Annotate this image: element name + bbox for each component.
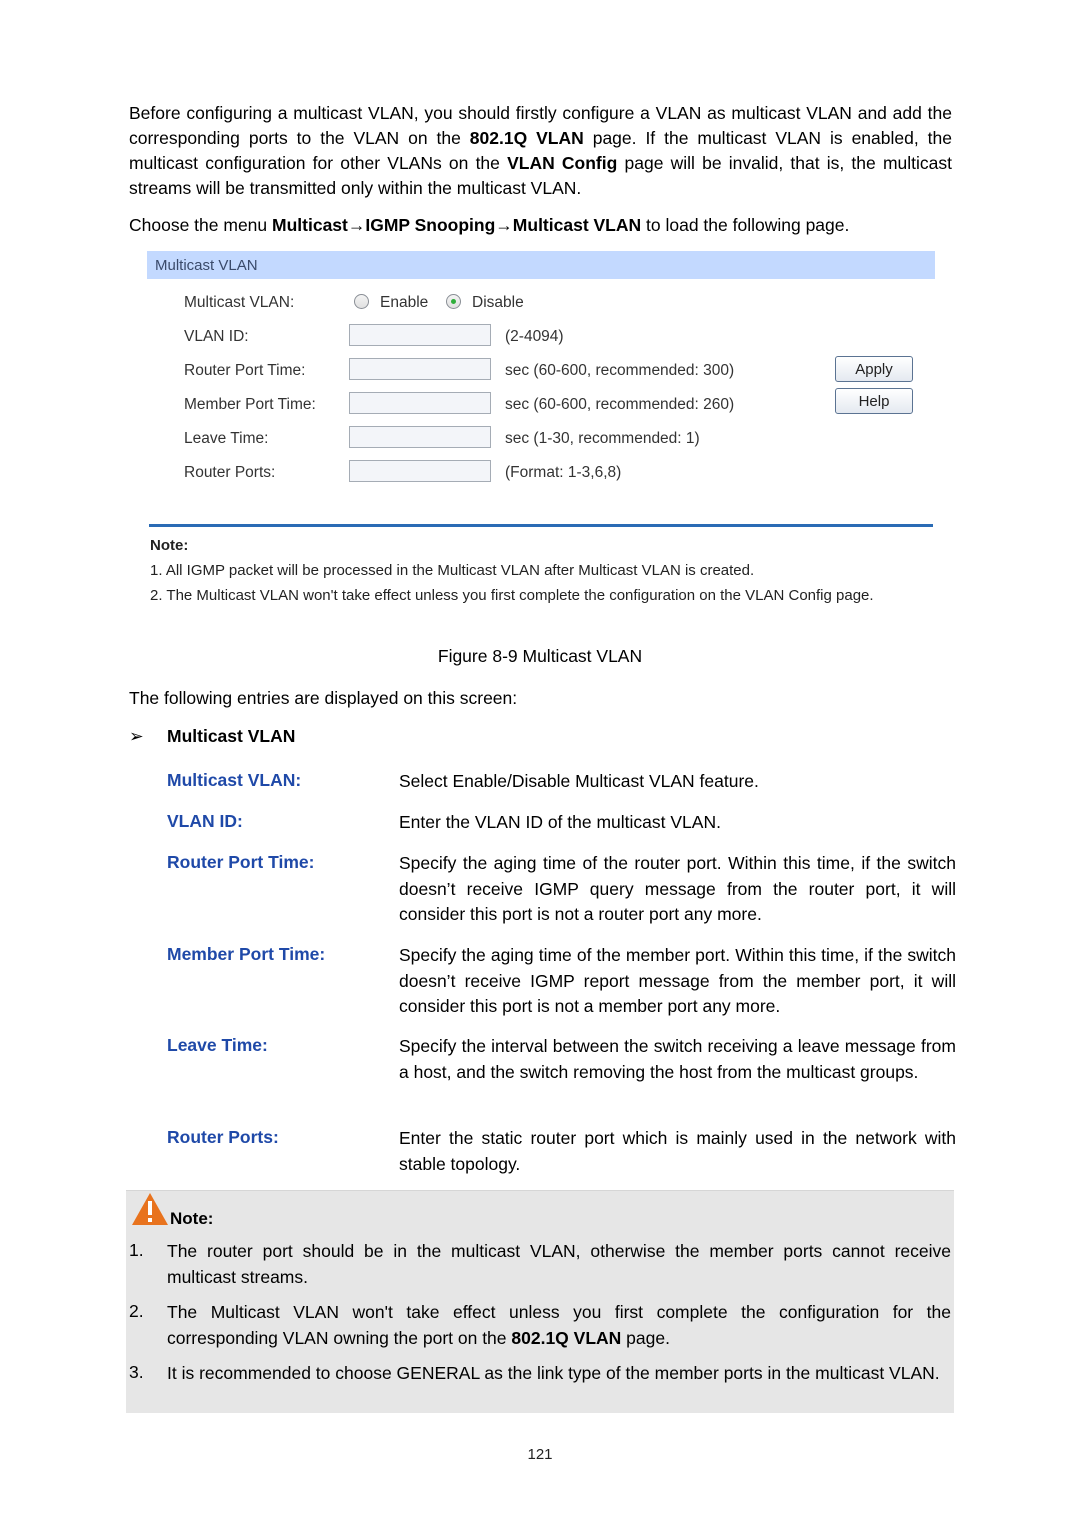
router-ports-hint: (Format: 1-3,6,8): [505, 464, 622, 481]
multicast-vlan-label: Multicast VLAN:: [184, 294, 295, 311]
definition-description: Enter the VLAN ID of the multicast VLAN.: [399, 812, 721, 832]
text-run: The router port should be in the multica…: [167, 1241, 951, 1287]
router-ports-input[interactable]: [349, 460, 491, 482]
router-port-time-hint: sec (60-600, recommended: 300): [505, 362, 735, 379]
panel-note-line: 1. All IGMP packet will be processed in …: [150, 562, 755, 579]
entries-intro: The following entries are displayed on t…: [129, 688, 518, 708]
figure-caption: Figure 8-9 Multicast VLAN: [437, 646, 643, 666]
router-ports-label: Router Ports:: [184, 464, 276, 481]
note-title: Note:: [170, 1209, 214, 1228]
member-port-time-input[interactable]: [349, 392, 491, 414]
definition-term: Leave Time:: [167, 1035, 268, 1055]
vlan-id-hint: (2-4094): [505, 328, 564, 345]
member-port-time-hint: sec (60-600, recommended: 260): [505, 396, 735, 413]
section-heading: ➢ Multicast VLAN: [129, 726, 295, 747]
text-run: It is recommended to choose GENERAL as t…: [167, 1363, 940, 1383]
note-box: Note: 1. The router port should be in th…: [126, 1190, 954, 1413]
leave-time-label: Leave Time:: [184, 430, 269, 447]
note-item: The Multicast VLAN won't take effect unl…: [167, 1300, 951, 1351]
text-run: page.: [621, 1327, 670, 1348]
text-run: to load the following page.: [641, 215, 850, 235]
disable-radio[interactable]: [446, 294, 461, 309]
bold-text: 802.1Q VLAN: [511, 1327, 622, 1348]
panel-title: Multicast VLAN: [155, 257, 258, 274]
multicast-vlan-screenshot: Multicast VLAN Multicast VLAN: Enable Di…: [147, 251, 935, 631]
vlan-id-input[interactable]: [349, 324, 491, 346]
vlan-id-label: VLAN ID:: [184, 328, 249, 345]
disable-radio-label: Disable: [472, 294, 524, 311]
note-number: 3.: [129, 1362, 144, 1382]
page-number: 121: [527, 1446, 553, 1463]
member-port-time-label: Member Port Time:: [184, 396, 316, 413]
enable-radio-label: Enable: [380, 294, 429, 311]
section-title: Multicast VLAN: [167, 726, 296, 746]
router-port-time-input[interactable]: [349, 358, 491, 380]
intro-paragraph: Before configuring a multicast VLAN, you…: [129, 101, 952, 201]
note-item: It is recommended to choose GENERAL as t…: [167, 1361, 951, 1387]
menu-path-paragraph: Choose the menu Multicast→IGMP Snooping→…: [129, 213, 952, 238]
bold-text: VLAN Config: [507, 153, 618, 173]
definition-term: Router Port Time:: [167, 852, 315, 872]
help-button[interactable]: Help: [835, 388, 913, 414]
definition-term: VLAN ID:: [167, 811, 243, 831]
definition-term: Multicast VLAN:: [167, 770, 302, 790]
warning-icon: [132, 1193, 168, 1225]
apply-button[interactable]: Apply: [835, 356, 913, 382]
definition-description: Select Enable/Disable Multicast VLAN fea…: [399, 771, 759, 791]
panel-divider: [149, 524, 933, 527]
definition-term: Member Port Time:: [167, 944, 326, 964]
definition-description: Specify the aging time of the router por…: [399, 853, 956, 924]
leave-time-hint: sec (1-30, recommended: 1): [505, 430, 700, 447]
note-number: 2.: [129, 1301, 144, 1321]
definition-description: Specify the interval between the switch …: [399, 1036, 956, 1082]
panel-note-line: 2. The Multicast VLAN won't take effect …: [150, 587, 874, 604]
bold-text: Multicast→IGMP Snooping→Multicast VLAN: [272, 215, 642, 235]
definition-description: Enter the static router port which is ma…: [399, 1128, 956, 1174]
note-item: The router port should be in the multica…: [167, 1239, 951, 1290]
leave-time-input[interactable]: [349, 426, 491, 448]
definition-term: Router Ports:: [167, 1127, 279, 1147]
panel-note-title: Note:: [150, 537, 189, 554]
arrow-bullet-icon: ➢: [129, 726, 144, 746]
definition-description: Specify the aging time of the member por…: [399, 945, 956, 1016]
bold-text: 802.1Q VLAN: [469, 128, 584, 148]
enable-radio[interactable]: [354, 294, 369, 309]
panel-header: Multicast VLAN: [147, 251, 935, 279]
text-run: Choose the menu: [129, 215, 273, 235]
router-port-time-label: Router Port Time:: [184, 362, 306, 379]
note-number: 1.: [129, 1240, 144, 1260]
